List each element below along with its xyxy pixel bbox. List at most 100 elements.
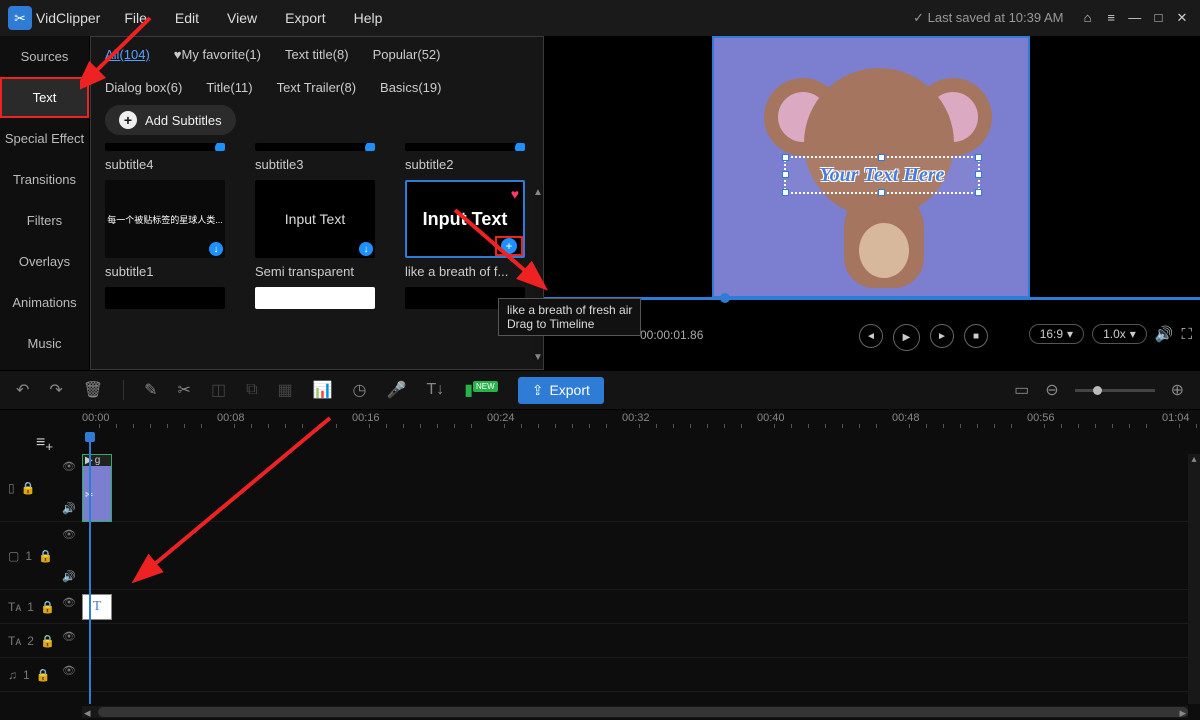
crop-icon[interactable]: ◫ bbox=[211, 380, 226, 400]
text-clip[interactable]: T bbox=[82, 594, 112, 620]
zoom-slider[interactable] bbox=[1075, 389, 1155, 392]
close-icon[interactable]: ✕ bbox=[1172, 10, 1192, 26]
timeline-ruler[interactable]: 00:0000:0800:1600:2400:3200:4000:4800:56… bbox=[82, 410, 1200, 434]
resize-handle[interactable] bbox=[878, 189, 885, 196]
menu-export[interactable]: Export bbox=[285, 10, 325, 26]
zoom-in-icon[interactable]: ⊕ bbox=[1171, 380, 1184, 400]
sidebar-item-music[interactable]: Music bbox=[0, 323, 89, 364]
preset-extra-1-thumb[interactable] bbox=[105, 287, 225, 309]
fit-icon[interactable]: ▭ bbox=[1014, 380, 1029, 400]
add-to-timeline-button[interactable]: + bbox=[495, 236, 523, 256]
menu-help[interactable]: Help bbox=[354, 10, 383, 26]
preset-subtitle1-thumb[interactable]: 每一个被贴标签的星球人类... ↓ bbox=[105, 180, 225, 258]
track-head-overlay-1[interactable]: ▢1🔒👁🔊 bbox=[0, 522, 82, 590]
resize-handle[interactable] bbox=[975, 171, 982, 178]
tab-all[interactable]: All(104) bbox=[105, 47, 150, 62]
voiceover-icon[interactable]: 🎤 bbox=[387, 380, 407, 400]
maximize-icon[interactable]: □ bbox=[1148, 10, 1168, 25]
lock-icon[interactable]: 🔒 bbox=[21, 481, 36, 495]
track-head-text-1[interactable]: Tᴀ1🔒👁 bbox=[0, 590, 82, 624]
zoom-out-icon[interactable]: ⊖ bbox=[1045, 380, 1058, 400]
track-head-video[interactable]: ▯🔒👁🔊 bbox=[0, 454, 82, 522]
lock-icon[interactable]: 🔒 bbox=[40, 600, 55, 614]
visibility-icon[interactable]: 👁 bbox=[62, 528, 76, 541]
lock-icon[interactable]: 🔒 bbox=[40, 634, 55, 648]
video-clip[interactable]: ▶g ✂ bbox=[82, 454, 112, 522]
mute-icon[interactable]: 🔊 bbox=[62, 570, 76, 583]
play-button[interactable]: ▶ bbox=[893, 324, 920, 351]
volume-icon[interactable]: 🔊 bbox=[1155, 325, 1174, 343]
timeline-tracks[interactable]: ▶g ✂ T bbox=[82, 454, 1188, 704]
tab-dialog-box[interactable]: Dialog box(6) bbox=[105, 80, 182, 95]
menu-file[interactable]: File bbox=[124, 10, 147, 26]
video-track[interactable]: ▶g ✂ bbox=[82, 454, 1188, 522]
track-manager-button[interactable]: ≡+ bbox=[36, 434, 53, 454]
prev-frame-button[interactable]: ◄ bbox=[859, 324, 883, 348]
playback-speed-selector[interactable]: 1.0x▾ bbox=[1092, 324, 1147, 344]
text-overlay-box[interactable]: Your Text Here bbox=[784, 156, 980, 194]
add-subtitles-button[interactable]: + Add Subtitles bbox=[105, 105, 236, 135]
hamburger-icon[interactable]: ≡ bbox=[1101, 10, 1121, 25]
mosaic-icon[interactable]: ▦ bbox=[278, 380, 293, 400]
minimize-icon[interactable]: ― bbox=[1125, 10, 1145, 25]
sidebar-item-animations[interactable]: Animations bbox=[0, 282, 89, 323]
menu-edit[interactable]: Edit bbox=[175, 10, 199, 26]
delete-icon[interactable]: 🗑 bbox=[83, 380, 103, 400]
tab-text-title[interactable]: Text title(8) bbox=[285, 47, 349, 62]
sidebar-item-text[interactable]: Text bbox=[0, 77, 89, 118]
resize-handle[interactable] bbox=[782, 154, 789, 161]
mute-icon[interactable]: 🔊 bbox=[62, 502, 76, 515]
next-frame-button[interactable]: ► bbox=[930, 324, 954, 348]
preset-extra-2-thumb[interactable] bbox=[255, 287, 375, 309]
browser-scrollbar[interactable]: ▲ ▼ bbox=[533, 187, 543, 363]
seek-knob[interactable] bbox=[720, 293, 730, 303]
tab-basics[interactable]: Basics(19) bbox=[380, 80, 441, 95]
lock-icon[interactable]: 🔒 bbox=[36, 668, 51, 682]
edit-icon[interactable]: ✎ bbox=[144, 380, 157, 400]
timeline-h-scrollbar[interactable]: ◂▸ bbox=[82, 706, 1188, 718]
redo-icon[interactable]: ↷ bbox=[49, 380, 62, 400]
resize-handle[interactable] bbox=[782, 171, 789, 178]
menu-view[interactable]: View bbox=[227, 10, 257, 26]
download-icon[interactable]: ↓ bbox=[359, 242, 373, 256]
visibility-icon[interactable]: 👁 bbox=[62, 460, 76, 473]
home-icon[interactable]: ⌂ bbox=[1078, 10, 1098, 25]
audio-track-1[interactable] bbox=[82, 658, 1188, 692]
overlay-track-1[interactable] bbox=[82, 522, 1188, 590]
copy-icon[interactable]: ⧉ bbox=[246, 381, 257, 399]
favorite-icon[interactable]: ♥ bbox=[511, 186, 519, 202]
sidebar-item-transitions[interactable]: Transitions bbox=[0, 159, 89, 200]
lock-icon[interactable]: 🔒 bbox=[38, 549, 53, 563]
text-track-2[interactable] bbox=[82, 624, 1188, 658]
stats-icon[interactable]: 📊 bbox=[313, 380, 333, 400]
resize-handle[interactable] bbox=[878, 154, 885, 161]
preset-subtitle4-thumb[interactable] bbox=[105, 143, 225, 151]
tab-text-trailer[interactable]: Text Trailer(8) bbox=[277, 80, 356, 95]
tab-title[interactable]: Title(11) bbox=[206, 80, 252, 95]
export-button[interactable]: ⇪Export bbox=[518, 377, 604, 404]
preview-canvas[interactable]: Your Text Here bbox=[712, 36, 1030, 298]
tab-popular[interactable]: Popular(52) bbox=[373, 47, 441, 62]
sidebar-item-filters[interactable]: Filters bbox=[0, 200, 89, 241]
stop-button[interactable]: ■ bbox=[964, 324, 988, 348]
undo-icon[interactable]: ↶ bbox=[16, 380, 29, 400]
visibility-icon[interactable]: 👁 bbox=[62, 630, 76, 643]
timeline-v-scrollbar[interactable]: ▴ bbox=[1188, 454, 1200, 704]
aspect-ratio-selector[interactable]: 16:9▾ bbox=[1029, 324, 1084, 344]
sidebar-item-overlays[interactable]: Overlays bbox=[0, 241, 89, 282]
duration-icon[interactable]: ◷ bbox=[353, 380, 367, 400]
text-track-1[interactable]: T bbox=[82, 590, 1188, 624]
resize-handle[interactable] bbox=[782, 189, 789, 196]
playhead[interactable] bbox=[89, 434, 91, 704]
tab-favorite[interactable]: ♥My favorite(1) bbox=[174, 47, 261, 62]
split-icon[interactable]: ✂ bbox=[178, 380, 191, 400]
resize-handle[interactable] bbox=[975, 154, 982, 161]
visibility-icon[interactable]: 👁 bbox=[62, 664, 76, 677]
preset-subtitle3-thumb[interactable] bbox=[255, 143, 375, 151]
preset-subtitle2-thumb[interactable] bbox=[405, 143, 525, 151]
fullscreen-icon[interactable]: ⛶ bbox=[1181, 326, 1192, 343]
download-icon[interactable]: ↓ bbox=[209, 242, 223, 256]
sidebar-item-sources[interactable]: Sources bbox=[0, 36, 89, 77]
resize-handle[interactable] bbox=[975, 189, 982, 196]
preset-breath-of-fresh-air-thumb[interactable]: ♥ Input Text + bbox=[405, 180, 525, 258]
